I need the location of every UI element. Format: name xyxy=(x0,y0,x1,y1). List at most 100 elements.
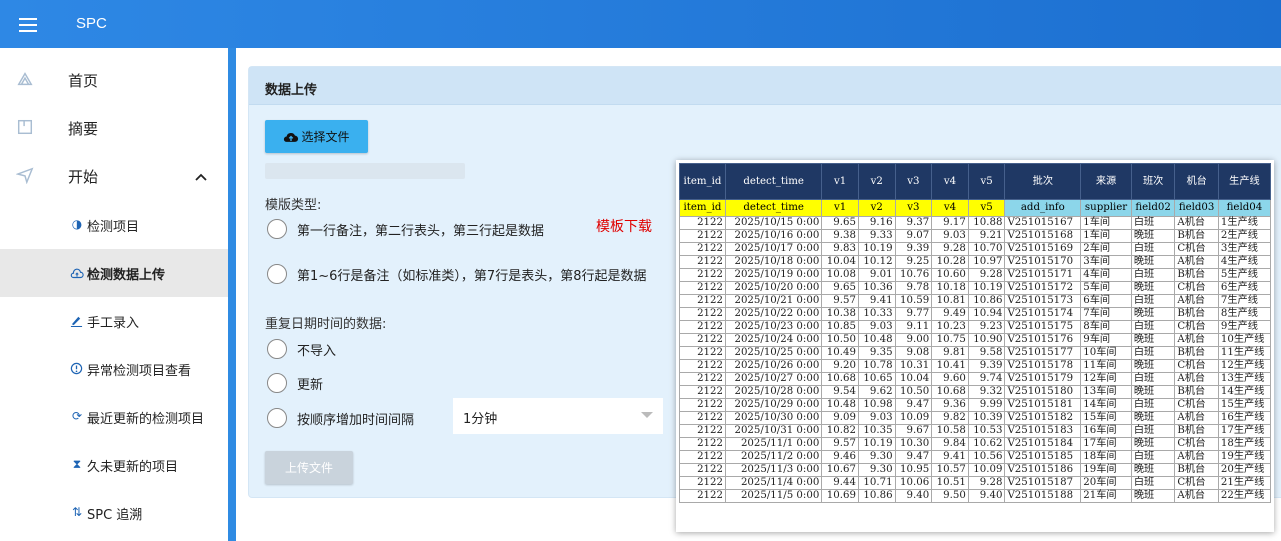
table-cell: V251015185 xyxy=(1004,450,1082,464)
table-cell: V251015181 xyxy=(1004,398,1082,412)
table-cell: 19车间 xyxy=(1080,463,1132,477)
table-cell: 2生产线 xyxy=(1217,229,1272,243)
upload-file-button[interactable]: 上传文件 xyxy=(265,451,353,484)
duplicate-option-interval[interactable]: 按顺序增加时间间隔 xyxy=(267,408,414,428)
table-cell: 9.23 xyxy=(967,320,1006,334)
table-cell: 20生产线 xyxy=(1217,463,1272,477)
table-cell: 晚班 xyxy=(1130,411,1176,425)
table-cell: 2122 xyxy=(679,489,726,503)
table-cell: 2025/10/17 0:00 xyxy=(724,242,823,256)
radio-button[interactable] xyxy=(267,339,287,359)
table-cell: 14车间 xyxy=(1080,398,1132,412)
table-cell: 10.50 xyxy=(894,385,933,399)
template-option-1[interactable]: 第一行备注，第二行表头，第三行起是数据 xyxy=(267,219,544,239)
sidebar-subitem-manual-entry[interactable]: 手工录入 xyxy=(0,297,228,345)
table-cell: 13生产线 xyxy=(1217,372,1272,386)
table-cell: 10.88 xyxy=(967,216,1006,230)
radio-button[interactable] xyxy=(267,219,287,239)
table-cell: A机台 xyxy=(1174,294,1219,308)
table-cell: 9.39 xyxy=(894,242,933,256)
sidebar-subitem-label: SPC 追溯 xyxy=(87,508,143,523)
table-cell: C机台 xyxy=(1174,320,1219,334)
contrast-icon: ◑ xyxy=(71,217,83,231)
sidebar-item-start[interactable]: 开始 xyxy=(0,160,228,190)
sidebar-subitem-recent[interactable]: ⟳ 最近更新的检测项目 xyxy=(0,393,228,441)
table-row: 2122 2025/10/27 0:00 10.68 10.65 10.04 9.60 9.… xyxy=(679,372,1272,386)
table-cell: 6车间 xyxy=(1080,294,1132,308)
sidebar-item-summary[interactable]: 摘要 xyxy=(0,112,228,142)
table-cell: A机台 xyxy=(1174,333,1219,347)
sidebar-subitem-label: 最近更新的检测项目 xyxy=(87,412,205,427)
table-cell: 2025/10/28 0:00 xyxy=(724,385,823,399)
radio-button[interactable] xyxy=(267,264,287,284)
table-row: 2122 2025/10/26 0:00 9.20 10.78 10.31 10.41 9.… xyxy=(679,359,1272,373)
duplicate-option-skip[interactable]: 不导入 xyxy=(267,339,336,359)
table-body: 2122 2025/10/15 0:00 9.65 9.16 9.37 9.17 10.88… xyxy=(679,216,1272,503)
sidebar-divider[interactable] xyxy=(228,48,236,541)
preview-table: item_id detect_time v1 v2 v3 v4 v5 批次 来源 班次 机台 生产线 … xyxy=(679,163,1272,503)
radio-button[interactable] xyxy=(267,373,287,393)
table-cell: 9.17 xyxy=(931,216,969,230)
table-cell: 10.67 xyxy=(821,463,859,477)
table-cell: V251015173 xyxy=(1004,294,1082,308)
table-cell: C机台 xyxy=(1174,437,1219,451)
table-cell: 19生产线 xyxy=(1217,450,1272,464)
sidebar-subitem-stale[interactable]: ⧗ 久未更新的项目 xyxy=(0,441,228,489)
table-cell: 9.30 xyxy=(857,463,896,477)
radio-label: 第一行备注，第二行表头，第三行起是数据 xyxy=(297,223,545,239)
table-cell: 10.51 xyxy=(931,476,969,490)
sidebar-subitem-data-upload[interactable]: 检测数据上传 xyxy=(0,249,228,297)
table-cell: 晚班 xyxy=(1130,463,1176,477)
template-download-link[interactable]: 模板下载 xyxy=(596,216,652,236)
table-row: 2122 2025/10/28 0:00 9.54 9.62 10.50 10.68 9.3… xyxy=(679,385,1272,399)
table-cell: 9.28 xyxy=(967,268,1006,282)
table-cell: B机台 xyxy=(1174,229,1219,243)
table-cell: 21生产线 xyxy=(1217,476,1272,490)
table-row: 2122 2025/10/22 0:00 10.38 10.33 9.77 9.49 10.… xyxy=(679,307,1272,321)
table-cell: 9.83 xyxy=(821,242,859,256)
table-cell: 12车间 xyxy=(1080,372,1132,386)
choose-file-button[interactable]: 选择文件 xyxy=(265,120,368,153)
sidebar-subitem-abnormal[interactable]: 异常检测项目查看 xyxy=(0,345,228,393)
table-cell: 9.58 xyxy=(967,346,1006,360)
interval-select[interactable]: 1分钟 xyxy=(453,398,663,434)
table-cell: 2122 xyxy=(679,437,726,451)
table-cell: 2122 xyxy=(679,229,726,243)
top-app-bar: SPC xyxy=(0,0,1281,48)
table-cell: B机台 xyxy=(1174,307,1219,321)
sidebar-subitem-trace[interactable]: ⇅ SPC 追溯 xyxy=(0,489,228,537)
panel-title: 数据上传 xyxy=(265,83,318,98)
table-cell: 1生产线 xyxy=(1217,216,1272,230)
table-header-cell: v1 xyxy=(821,163,859,200)
table-cell: 17生产线 xyxy=(1217,424,1272,438)
table-cell: 晚班 xyxy=(1130,489,1176,503)
template-option-2[interactable]: 第1~6行是备注（如标准类），第7行是表头，第8行起是数据 xyxy=(267,264,646,284)
table-cell: V251015168 xyxy=(1004,229,1082,243)
table-cell: V251015178 xyxy=(1004,359,1082,373)
table-cell: 10.97 xyxy=(967,255,1006,269)
table-cell: A机台 xyxy=(1174,411,1219,425)
sidebar-subitem-detect-items[interactable]: ◑ 检测项目 xyxy=(0,201,228,249)
table-field-cell: detect_time xyxy=(724,199,823,217)
table-cell: 11生产线 xyxy=(1217,346,1272,360)
table-cell: 2025/10/20 0:00 xyxy=(724,281,823,295)
table-cell: 20车间 xyxy=(1080,476,1132,490)
duplicate-option-update[interactable]: 更新 xyxy=(267,373,323,393)
table-cell: 9.30 xyxy=(857,450,896,464)
table-cell: 白班 xyxy=(1130,450,1176,464)
table-cell: 10.39 xyxy=(967,411,1006,425)
radio-button[interactable] xyxy=(267,408,287,428)
hamburger-menu-icon[interactable] xyxy=(16,14,40,34)
chevron-up-icon[interactable] xyxy=(195,173,207,181)
table-field-cell: v4 xyxy=(931,199,969,217)
table-cell: A机台 xyxy=(1174,489,1219,503)
table-cell: 9.28 xyxy=(967,476,1006,490)
table-cell: 白班 xyxy=(1130,476,1176,490)
table-cell: 9.99 xyxy=(967,398,1006,412)
table-header-row: item_id detect_time v1 v2 v3 v4 v5 批次 来源 班次 机台 生产线 xyxy=(679,163,1272,200)
table-cell: C机台 xyxy=(1174,398,1219,412)
table-cell: 9.62 xyxy=(857,385,896,399)
table-cell: 2122 xyxy=(679,281,726,295)
table-cell: C机台 xyxy=(1174,242,1219,256)
sidebar-item-home[interactable]: 首页 xyxy=(0,64,228,94)
